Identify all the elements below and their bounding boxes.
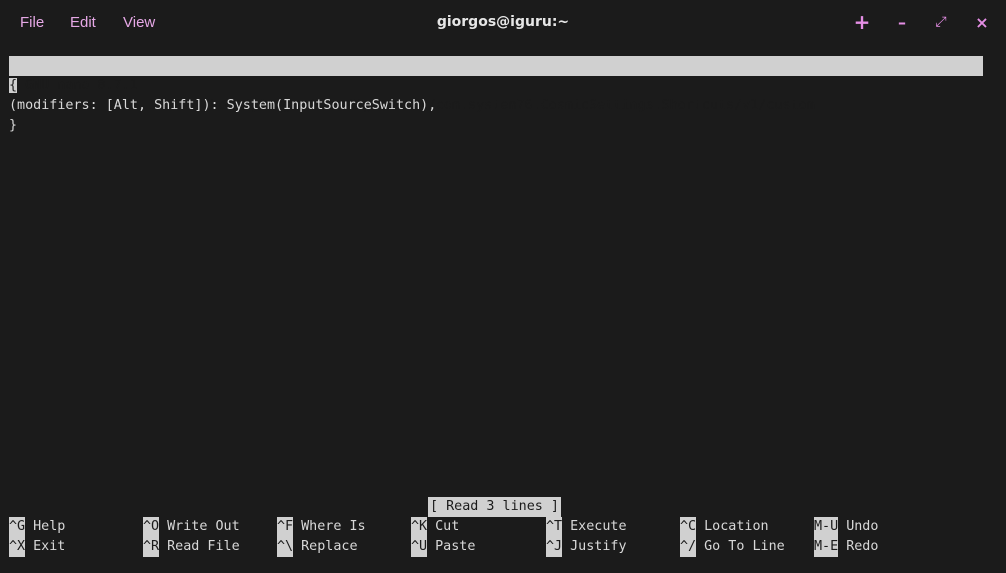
- plus-icon: +: [853, 10, 871, 34]
- shortcut-key: ^\: [277, 537, 294, 557]
- shortcut-key: ^G: [9, 517, 26, 537]
- shortcut-redo: M-E Redo: [814, 537, 878, 557]
- shortcut-exit: ^X Exit: [9, 537, 65, 557]
- shortcut-read-file: ^R Read File: [143, 537, 240, 557]
- shortcut-label: Cut: [435, 519, 460, 534]
- shortcut-help: ^G Help: [9, 517, 65, 537]
- terminal-window: File Edit View giorgos@iguru:~ + – ⤢ × G…: [0, 0, 1006, 573]
- shortcut-label: Where Is: [301, 519, 366, 534]
- minimize-icon: –: [898, 12, 906, 32]
- text-cursor: {: [9, 78, 18, 93]
- editor-line-2[interactable]: (modifiers: [Alt, Shift]): System(InputS…: [9, 96, 436, 116]
- shortcut-key: ^O: [143, 517, 160, 537]
- shortcut-label: Justify: [570, 539, 627, 554]
- shortcut-key: ^C: [680, 517, 697, 537]
- shortcut-label: Read File: [167, 539, 240, 554]
- shortcut-label: Replace: [301, 539, 358, 554]
- maximize-button[interactable]: ⤢: [929, 10, 953, 34]
- shortcut-cut: ^K Cut: [411, 517, 459, 537]
- shortcut-key: M-U: [814, 517, 839, 537]
- minimize-button[interactable]: –: [890, 10, 914, 34]
- shortcut-key: ^X: [9, 537, 26, 557]
- shortcut-go-to-line: ^/ Go To Line: [680, 537, 785, 557]
- close-button[interactable]: ×: [970, 10, 994, 34]
- status-message: [ Read 3 lines ]: [428, 497, 561, 517]
- editor-line-1[interactable]: {: [9, 76, 18, 96]
- new-tab-button[interactable]: +: [850, 10, 874, 34]
- shortcut-label: Help: [33, 519, 66, 534]
- shortcut-key: ^R: [143, 537, 160, 557]
- nano-header-bar: GNU nano 8.7.1 /home/giorgos/.config/cos…: [9, 56, 983, 113]
- shortcut-key: ^K: [411, 517, 428, 537]
- shortcut-where-is: ^F Where Is: [277, 517, 366, 537]
- shortcut-label: Exit: [33, 539, 66, 554]
- shortcut-execute: ^T Execute: [546, 517, 627, 537]
- close-icon: ×: [975, 12, 989, 32]
- shortcut-key: M-E: [814, 537, 839, 557]
- shortcut-key: ^U: [411, 537, 428, 557]
- shortcut-label: Write Out: [167, 519, 240, 534]
- shortcut-replace: ^\ Replace: [277, 537, 358, 557]
- editor-line-3[interactable]: }: [9, 116, 17, 136]
- maximize-icon: ⤢: [935, 14, 947, 30]
- shortcut-label: Paste: [435, 539, 476, 554]
- shortcut-paste: ^U Paste: [411, 537, 475, 557]
- shortcut-key: ^T: [546, 517, 563, 537]
- shortcut-key: ^F: [277, 517, 294, 537]
- shortcut-label: Redo: [846, 539, 879, 554]
- shortcut-label: Execute: [570, 519, 627, 534]
- shortcut-location: ^C Location: [680, 517, 769, 537]
- title-bar: File Edit View giorgos@iguru:~ + – ⤢ ×: [0, 0, 1006, 46]
- nano-version: GNU nano 8.7.1: [25, 78, 138, 93]
- shortcut-label: Go To Line: [704, 539, 785, 554]
- shortcut-undo: M-U Undo: [814, 517, 878, 537]
- shortcut-key: ^/: [680, 537, 697, 557]
- shortcut-label: Location: [704, 519, 769, 534]
- shortcut-justify: ^J Justify: [546, 537, 627, 557]
- shortcut-write-out: ^O Write Out: [143, 517, 240, 537]
- shortcut-label: Undo: [846, 519, 879, 534]
- terminal-area[interactable]: GNU nano 8.7.1 /home/giorgos/.config/cos…: [0, 46, 1006, 573]
- shortcut-key: ^J: [546, 537, 563, 557]
